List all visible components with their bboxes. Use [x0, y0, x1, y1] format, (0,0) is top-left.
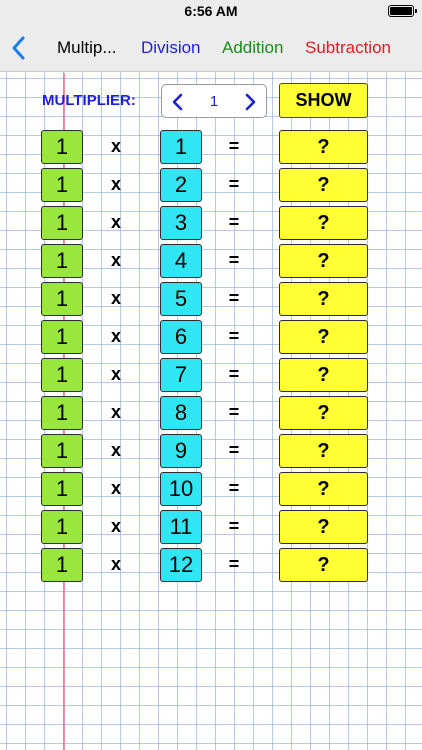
multiplier-box: 7: [160, 358, 202, 392]
table-row: 1 x 7 =?: [0, 358, 422, 396]
table-row: 1 x 8 =?: [0, 396, 422, 434]
equals-sign: =: [228, 250, 240, 270]
division-tab[interactable]: Division: [141, 38, 201, 58]
times-sign: x: [110, 478, 121, 498]
answer-button[interactable]: ?: [279, 434, 368, 468]
multiplier-box: 9: [160, 434, 202, 468]
answer-button[interactable]: ?: [279, 358, 368, 392]
multiplicand-box: 1: [41, 320, 83, 354]
multiplier-box: 3: [160, 206, 202, 240]
equals-sign: =: [228, 440, 240, 460]
times-sign: x: [110, 136, 121, 156]
times-sign: x: [110, 326, 121, 346]
times-sign: x: [110, 516, 121, 536]
multiplicand-box: 1: [41, 358, 83, 392]
table-row: 1 x 4 =?: [0, 244, 422, 282]
multiplier-box: 2: [160, 168, 202, 202]
times-table: 1 x 1 =? 1 x 2 =? 1 x 3 =? 1 x 4 =? 1 x 5 =? 1 x 6 =? 1 x 7 =? 1 x 8 =?…: [0, 130, 422, 586]
answer-button[interactable]: ?: [279, 168, 368, 202]
equals-sign: =: [228, 364, 240, 384]
answer-button[interactable]: ?: [279, 130, 368, 164]
equals-sign: =: [228, 212, 240, 232]
table-row: 1 x 5 =?: [0, 282, 422, 320]
equals-sign: =: [228, 516, 240, 536]
times-sign: x: [110, 554, 121, 574]
answer-button[interactable]: ?: [279, 548, 368, 582]
navigation-bar: Multip... Division Addition Subtraction: [0, 24, 422, 72]
multiplicand-box: 1: [41, 510, 83, 544]
battery-icon: [388, 5, 417, 17]
table-row: 1 x 11 =?: [0, 510, 422, 548]
table-row: 1 x 1 =?: [0, 130, 422, 168]
equals-sign: =: [228, 402, 240, 422]
times-sign: x: [110, 212, 121, 232]
subtraction-tab[interactable]: Subtraction: [305, 38, 391, 58]
equals-sign: =: [228, 326, 240, 346]
answer-button[interactable]: ?: [279, 396, 368, 430]
times-sign: x: [110, 250, 121, 270]
status-time: 6:56 AM: [184, 3, 238, 19]
table-row: 1 x 6 =?: [0, 320, 422, 358]
multiplier-box: 11: [160, 510, 202, 544]
multiplier-value: 1: [209, 93, 219, 110]
table-row: 1 x 12 =?: [0, 548, 422, 586]
table-row: 1 x 3 =?: [0, 206, 422, 244]
multiplier-box: 5: [160, 282, 202, 316]
answer-button[interactable]: ?: [279, 510, 368, 544]
show-button[interactable]: SHOW: [279, 83, 368, 118]
answer-button[interactable]: ?: [279, 282, 368, 316]
answer-button[interactable]: ?: [279, 472, 368, 506]
multiplier-box: 1: [160, 130, 202, 164]
times-sign: x: [110, 364, 121, 384]
multiplicand-box: 1: [41, 472, 83, 506]
addition-tab[interactable]: Addition: [222, 38, 283, 58]
equals-sign: =: [228, 174, 240, 194]
status-bar: 6:56 AM: [0, 0, 422, 24]
answer-button[interactable]: ?: [279, 320, 368, 354]
multiplier-box: 12: [160, 548, 202, 582]
multiplicand-box: 1: [41, 434, 83, 468]
multiplicand-box: 1: [41, 130, 83, 164]
multiplier-box: 4: [160, 244, 202, 278]
answer-button[interactable]: ?: [279, 244, 368, 278]
equals-sign: =: [228, 288, 240, 308]
equals-sign: =: [228, 554, 240, 574]
increment-chevron-icon[interactable]: [240, 91, 260, 113]
multiplier-label: MULTIPLIER:: [42, 92, 136, 109]
multiplier-box: 8: [160, 396, 202, 430]
multiplier-box: 10: [160, 472, 202, 506]
multiplier-box: 6: [160, 320, 202, 354]
back-chevron-icon[interactable]: [8, 34, 32, 62]
multiplicand-box: 1: [41, 396, 83, 430]
times-sign: x: [110, 440, 121, 460]
table-row: 1 x 9 =?: [0, 434, 422, 472]
times-sign: x: [110, 174, 121, 194]
table-row: 1 x 2 =?: [0, 168, 422, 206]
equals-sign: =: [228, 136, 240, 156]
multiplicand-box: 1: [41, 548, 83, 582]
times-sign: x: [110, 402, 121, 422]
multiplicand-box: 1: [41, 282, 83, 316]
multiplicand-box: 1: [41, 206, 83, 240]
times-sign: x: [110, 288, 121, 308]
multiplicand-box: 1: [41, 168, 83, 202]
table-row: 1 x 10 =?: [0, 472, 422, 510]
nav-title: Multip...: [57, 38, 117, 57]
multiplier-stepper[interactable]: 1: [161, 84, 267, 118]
multiplicand-box: 1: [41, 244, 83, 278]
decrement-chevron-icon[interactable]: [168, 91, 188, 113]
equals-sign: =: [228, 478, 240, 498]
answer-button[interactable]: ?: [279, 206, 368, 240]
